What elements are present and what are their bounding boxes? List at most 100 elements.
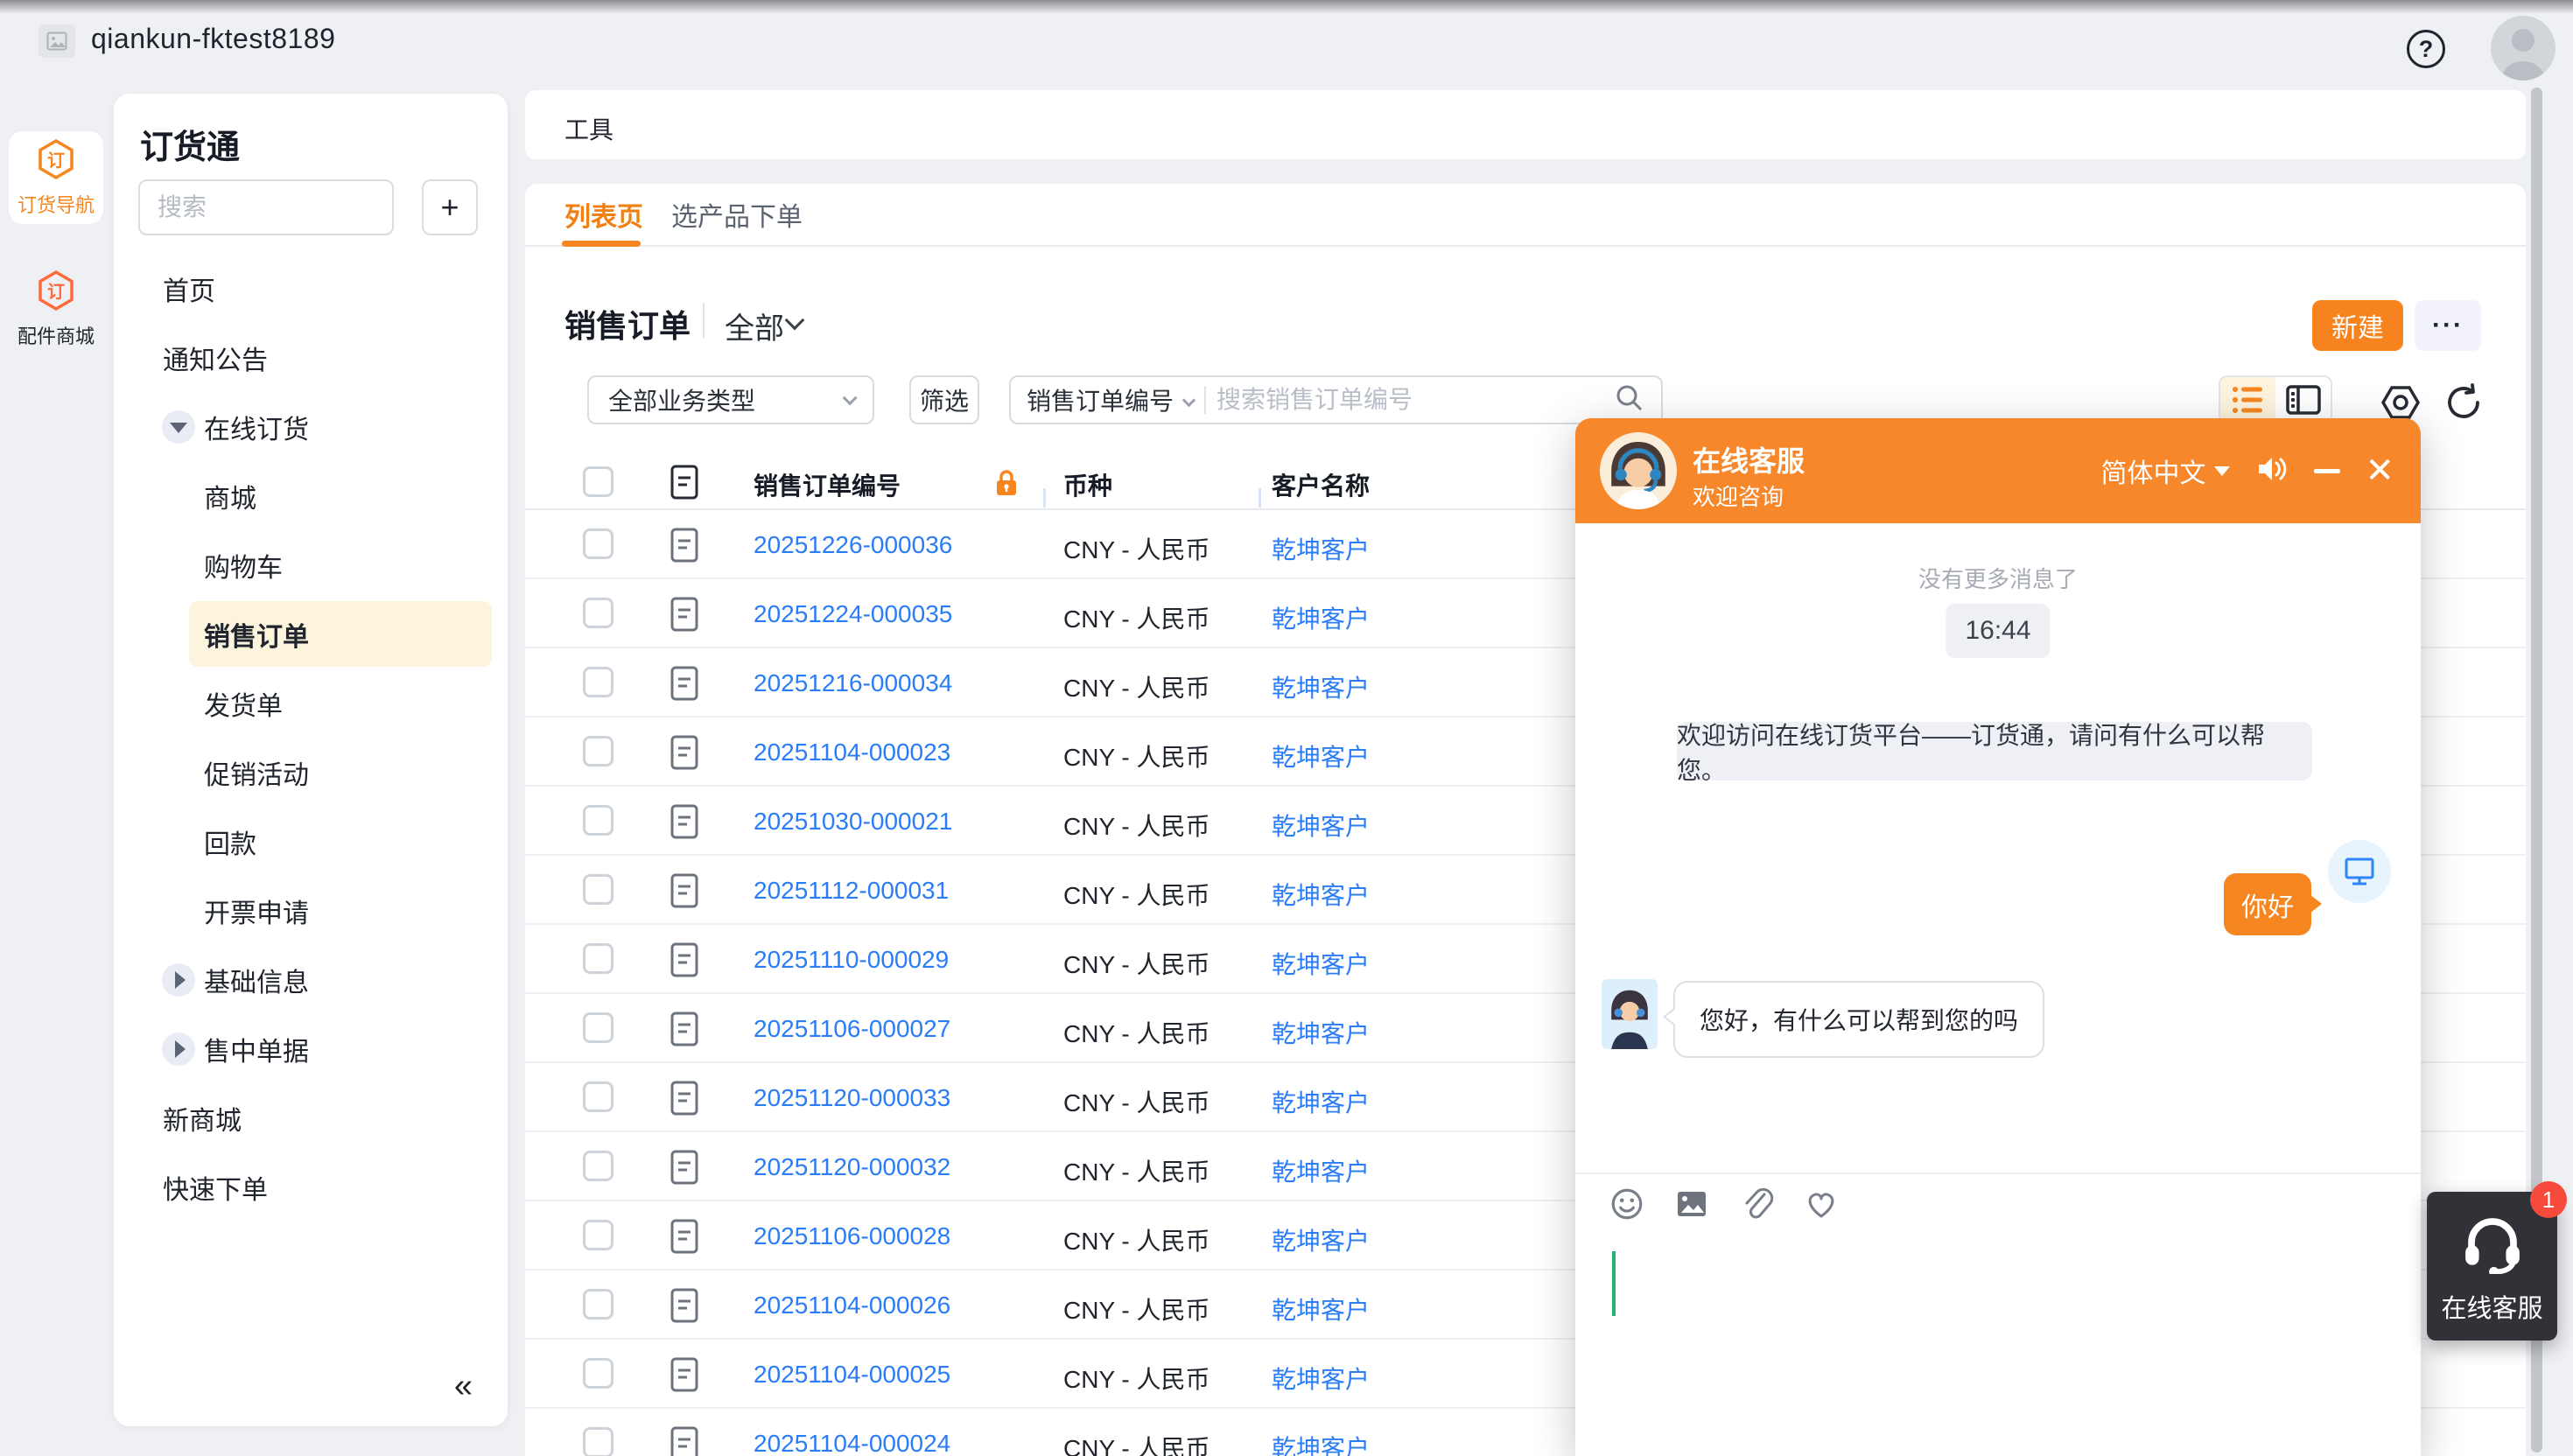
order-number-link[interactable]: 20251110-000029 <box>754 946 949 974</box>
customer-link[interactable]: 乾坤客户 <box>1272 1292 1370 1326</box>
order-number-link[interactable]: 20251106-000028 <box>754 1222 950 1250</box>
sidebar-item-4[interactable]: 购物车 <box>114 530 508 599</box>
customer-link[interactable]: 乾坤客户 <box>1272 877 1370 912</box>
tab-list-page[interactable]: 列表页 <box>564 184 643 245</box>
rail-item-parts-mall[interactable]: 订 配件商城 <box>9 262 103 355</box>
document-icon[interactable] <box>670 528 699 567</box>
scope-selector[interactable]: 全部 <box>725 304 784 347</box>
search-field-selector[interactable]: 销售订单编号 <box>1027 382 1174 417</box>
column-resize-handle[interactable] <box>1043 488 1046 508</box>
row-checkbox[interactable] <box>583 1012 613 1043</box>
sidebar-item-11[interactable]: 售中单据 <box>114 1014 508 1083</box>
customer-link[interactable]: 乾坤客户 <box>1272 738 1370 774</box>
filter-button[interactable]: 筛选 <box>909 375 979 424</box>
sidebar-item-10[interactable]: 基础信息 <box>114 945 508 1014</box>
row-checkbox[interactable] <box>583 943 613 974</box>
customer-link[interactable]: 乾坤客户 <box>1272 946 1370 981</box>
sidebar-item-12[interactable]: 新商城 <box>114 1083 508 1152</box>
chevron-right-icon[interactable] <box>162 963 195 997</box>
document-icon[interactable] <box>670 1081 699 1120</box>
customer-link[interactable]: 乾坤客户 <box>1272 808 1370 843</box>
order-number-link[interactable]: 20251120-000032 <box>754 1153 950 1181</box>
business-type-dropdown[interactable]: 全部业务类型 <box>587 375 874 424</box>
document-icon[interactable] <box>670 1357 699 1396</box>
customer-link[interactable]: 乾坤客户 <box>1272 1015 1370 1050</box>
document-icon[interactable] <box>670 1219 699 1258</box>
sidebar-collapse-button[interactable]: « <box>454 1368 473 1405</box>
customer-link[interactable]: 乾坤客户 <box>1272 1084 1370 1119</box>
row-checkbox[interactable] <box>583 736 613 766</box>
order-number-link[interactable]: 20251104-000025 <box>754 1361 950 1389</box>
sidebar-item-3[interactable]: 商城 <box>114 461 508 530</box>
online-support-floating-button[interactable]: 1 在线客服 <box>2427 1192 2557 1340</box>
document-icon[interactable] <box>670 597 699 636</box>
row-checkbox[interactable] <box>583 1358 613 1389</box>
order-number-link[interactable]: 20251104-000024 <box>754 1430 950 1456</box>
sidebar-item-1[interactable]: 通知公告 <box>114 323 508 392</box>
order-number-link[interactable]: 20251112-000031 <box>754 877 949 905</box>
select-all-checkbox[interactable] <box>583 466 613 497</box>
column-header-currency[interactable]: 币种 <box>1063 467 1112 502</box>
order-number-link[interactable]: 20251120-000033 <box>754 1084 950 1112</box>
document-icon[interactable] <box>670 1426 699 1456</box>
rail-item-order-nav[interactable]: 订 订货导航 <box>9 131 103 224</box>
row-checkbox[interactable] <box>583 1427 613 1456</box>
document-icon[interactable] <box>670 1150 699 1189</box>
order-number-link[interactable]: 20251216-000034 <box>754 669 952 697</box>
add-button[interactable]: + <box>422 179 478 235</box>
column-header-order-no[interactable]: 销售订单编号 <box>754 467 901 502</box>
help-icon[interactable]: ? <box>2407 30 2445 68</box>
order-number-link[interactable]: 20251104-000023 <box>754 738 950 766</box>
document-icon[interactable] <box>670 804 699 844</box>
attachment-icon[interactable] <box>1738 1186 1775 1227</box>
emoji-icon[interactable] <box>1609 1186 1645 1227</box>
more-actions-button[interactable]: ··· <box>2415 300 2481 351</box>
order-number-link[interactable]: 20251104-000026 <box>754 1292 950 1320</box>
row-checkbox[interactable] <box>583 1289 613 1320</box>
heart-icon[interactable] <box>1803 1186 1840 1227</box>
document-icon[interactable] <box>670 873 699 913</box>
document-icon[interactable] <box>670 942 699 982</box>
tab-select-product-order[interactable]: 选产品下单 <box>671 184 803 245</box>
row-checkbox[interactable] <box>583 598 613 628</box>
chevron-down-icon[interactable] <box>162 410 195 444</box>
sidebar-item-5[interactable]: 销售订单 <box>114 599 508 668</box>
close-icon[interactable]: ✕ <box>2365 453 2394 488</box>
language-selector[interactable]: 简体中文 <box>2100 452 2230 490</box>
order-number-link[interactable]: 20251224-000035 <box>754 600 952 628</box>
settings-icon[interactable] <box>2380 382 2421 423</box>
customer-link[interactable]: 乾坤客户 <box>1272 669 1370 704</box>
minimize-icon[interactable] <box>2314 469 2340 473</box>
row-checkbox[interactable] <box>583 1151 613 1181</box>
user-avatar[interactable] <box>2491 16 2555 80</box>
customer-link[interactable]: 乾坤客户 <box>1272 1222 1370 1257</box>
list-view-button[interactable] <box>2220 377 2275 423</box>
lock-icon[interactable] <box>992 467 1020 503</box>
order-search-input[interactable] <box>1216 386 1603 414</box>
document-icon[interactable] <box>670 735 699 774</box>
image-icon[interactable] <box>1673 1186 1710 1227</box>
sidebar-item-8[interactable]: 回款 <box>114 807 508 876</box>
sidebar-item-0[interactable]: 首页 <box>114 254 508 323</box>
row-checkbox[interactable] <box>583 805 613 836</box>
customer-link[interactable]: 乾坤客户 <box>1272 1430 1370 1456</box>
sidebar-item-13[interactable]: 快速下单 <box>114 1152 508 1222</box>
customer-link[interactable]: 乾坤客户 <box>1272 1361 1370 1396</box>
search-icon[interactable] <box>1614 382 1645 418</box>
column-header-customer[interactable]: 客户名称 <box>1272 467 1370 502</box>
new-order-button[interactable]: 新建 <box>2312 300 2403 351</box>
sidebar-item-2[interactable]: 在线订货 <box>114 392 508 461</box>
row-checkbox[interactable] <box>583 1082 613 1112</box>
document-icon[interactable] <box>670 1012 699 1051</box>
customer-link[interactable]: 乾坤客户 <box>1272 531 1370 566</box>
customer-link[interactable]: 乾坤客户 <box>1272 1153 1370 1188</box>
order-number-link[interactable]: 20251106-000027 <box>754 1015 950 1043</box>
row-checkbox[interactable] <box>583 874 613 905</box>
document-icon[interactable] <box>670 1288 699 1327</box>
chevron-right-icon[interactable] <box>162 1032 195 1066</box>
customer-link[interactable]: 乾坤客户 <box>1272 600 1370 635</box>
column-resize-handle[interactable] <box>1258 488 1261 508</box>
sidebar-item-6[interactable]: 发货单 <box>114 668 508 738</box>
sidebar-item-9[interactable]: 开票申请 <box>114 876 508 945</box>
sidebar-search-input[interactable] <box>138 179 394 235</box>
